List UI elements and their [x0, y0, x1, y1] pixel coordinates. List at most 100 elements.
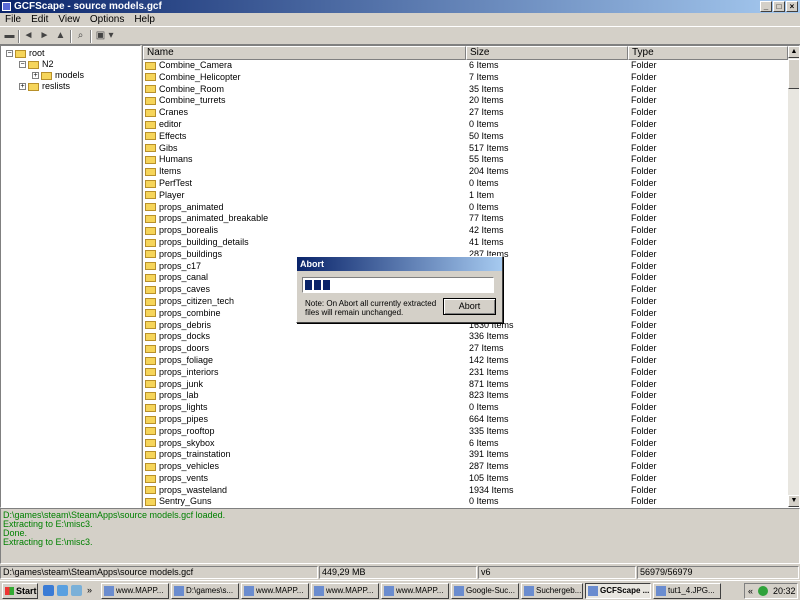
folder-icon: [28, 60, 39, 69]
table-row[interactable]: props_skybox 6 Items Folder: [143, 438, 788, 450]
table-row[interactable]: props_rooftop 335 Items Folder: [143, 426, 788, 438]
table-row[interactable]: props_pipes 664 Items Folder: [143, 414, 788, 426]
forward-icon[interactable]: ►: [38, 30, 51, 42]
taskbar-item[interactable]: Suchergeb...: [521, 583, 583, 599]
table-row[interactable]: props_vents 105 Items Folder: [143, 473, 788, 485]
scroll-up-icon[interactable]: ▲: [788, 46, 799, 58]
table-row[interactable]: Humans 55 Items Folder: [143, 154, 788, 166]
table-row[interactable]: props_doors 27 Items Folder: [143, 343, 788, 355]
scroll-thumb[interactable]: [788, 59, 799, 89]
network-icon[interactable]: [758, 586, 768, 596]
row-name: props_debris: [145, 320, 211, 332]
open-folder-icon[interactable]: ▬: [3, 30, 16, 42]
desktop-icon[interactable]: [57, 585, 68, 596]
table-row[interactable]: Combine_turrets 20 Items Folder: [143, 95, 788, 107]
folder-icon: [145, 427, 156, 436]
taskbar-item[interactable]: www.MAPP...: [381, 583, 449, 599]
start-button[interactable]: Start: [2, 583, 38, 599]
tray-chevron[interactable]: «: [748, 584, 753, 598]
row-name: Gibs: [145, 143, 178, 155]
vertical-scrollbar[interactable]: ▲ ▼: [788, 46, 799, 507]
row-name: props_c17: [145, 261, 201, 273]
abort-button[interactable]: Abort: [443, 298, 496, 315]
taskbar-item[interactable]: www.MAPP...: [311, 583, 379, 599]
table-row[interactable]: props_animated 0 Items Folder: [143, 202, 788, 214]
view-icon[interactable]: ▣: [94, 30, 107, 42]
tree-node-models[interactable]: + models: [32, 70, 84, 81]
menu-view[interactable]: View: [53, 13, 85, 26]
table-row[interactable]: props_trainstation 391 Items Folder: [143, 449, 788, 461]
table-row[interactable]: Combine_Room 35 Items Folder: [143, 84, 788, 96]
table-row[interactable]: Combine_Camera 6 Items Folder: [143, 60, 788, 72]
table-row[interactable]: props_interiors 231 Items Folder: [143, 367, 788, 379]
table-row[interactable]: Effects 50 Items Folder: [143, 131, 788, 143]
quicklaunch-chevron[interactable]: »: [87, 585, 92, 595]
close-button[interactable]: ×: [786, 1, 798, 12]
up-icon[interactable]: ▲: [54, 30, 67, 42]
expand-icon[interactable]: +: [19, 83, 26, 91]
table-row[interactable]: props_building_details 41 Items Folder: [143, 237, 788, 249]
tree-node-reslists[interactable]: + reslists: [19, 81, 70, 92]
system-tray: « 20:32: [744, 583, 798, 599]
tree-node-n2[interactable]: − N2: [19, 59, 54, 70]
menu-options[interactable]: Options: [85, 13, 129, 26]
taskbar-item[interactable]: www.MAPP...: [241, 583, 309, 599]
table-row[interactable]: props_docks 336 Items Folder: [143, 331, 788, 343]
row-name: props_lab: [145, 390, 199, 402]
folder-icon: [145, 450, 156, 459]
menu-help[interactable]: Help: [129, 13, 160, 26]
column-header-name[interactable]: Name: [143, 46, 466, 60]
taskbar-item[interactable]: GCFScape ...: [585, 583, 651, 599]
row-name: props_animated: [145, 202, 224, 214]
table-row[interactable]: props_vehicles 287 Items Folder: [143, 461, 788, 473]
search-icon[interactable]: ⌕: [74, 30, 87, 42]
back-icon[interactable]: ◄: [22, 30, 35, 42]
table-row[interactable]: PerfTest 0 Items Folder: [143, 178, 788, 190]
tree-node-root[interactable]: − root: [6, 48, 45, 59]
row-type: Folder: [631, 307, 657, 318]
table-row[interactable]: props_junk 871 Items Folder: [143, 379, 788, 391]
taskbar-item[interactable]: www.MAPP...: [101, 583, 169, 599]
row-name: Combine_Camera: [145, 60, 232, 72]
status-size: 449,29 MB: [319, 566, 477, 579]
table-row[interactable]: Player 1 Item Folder: [143, 190, 788, 202]
column-header-size[interactable]: Size: [466, 46, 628, 60]
status-version: v6: [478, 566, 636, 579]
view-dropdown-icon[interactable]: ▾: [107, 30, 115, 42]
ie-icon[interactable]: [43, 585, 54, 596]
table-row[interactable]: Combine_Helicopter 7 Items Folder: [143, 72, 788, 84]
row-type: Folder: [631, 354, 657, 365]
taskbar-item[interactable]: Google-Suc...: [451, 583, 519, 599]
minimize-button[interactable]: _: [760, 1, 772, 12]
table-row[interactable]: Cranes 27 Items Folder: [143, 107, 788, 119]
menu-file[interactable]: File: [0, 13, 26, 26]
table-row[interactable]: props_foliage 142 Items Folder: [143, 355, 788, 367]
folder-icon: [145, 285, 156, 294]
row-name: editor: [145, 119, 182, 131]
folder-icon: [145, 214, 156, 223]
taskbar-item[interactable]: D:\games\s...: [171, 583, 239, 599]
table-row[interactable]: Gibs 517 Items Folder: [143, 143, 788, 155]
folder-icon: [145, 191, 156, 200]
app-icon: [656, 586, 666, 596]
column-header-type[interactable]: Type: [628, 46, 788, 60]
maximize-button[interactable]: □: [773, 1, 785, 12]
expand-icon[interactable]: +: [32, 72, 39, 80]
media-icon[interactable]: [71, 585, 82, 596]
table-row[interactable]: Sentry_Guns 0 Items Folder: [143, 496, 788, 507]
taskbar-item[interactable]: tut1_4.JPG...: [653, 583, 721, 599]
menu-edit[interactable]: Edit: [26, 13, 53, 26]
table-row[interactable]: props_lights 0 Items Folder: [143, 402, 788, 414]
row-name: props_wasteland: [145, 485, 227, 497]
table-row[interactable]: props_borealis 42 Items Folder: [143, 225, 788, 237]
collapse-icon[interactable]: −: [6, 50, 13, 58]
row-type: Folder: [631, 272, 657, 283]
scroll-down-icon[interactable]: ▼: [788, 495, 799, 507]
table-row[interactable]: Items 204 Items Folder: [143, 166, 788, 178]
table-row[interactable]: props_wasteland 1934 Items Folder: [143, 485, 788, 497]
folder-icon: [145, 120, 156, 129]
table-row[interactable]: editor 0 Items Folder: [143, 119, 788, 131]
table-row[interactable]: props_lab 823 Items Folder: [143, 390, 788, 402]
table-row[interactable]: props_animated_breakable 77 Items Folder: [143, 213, 788, 225]
collapse-icon[interactable]: −: [19, 61, 26, 69]
